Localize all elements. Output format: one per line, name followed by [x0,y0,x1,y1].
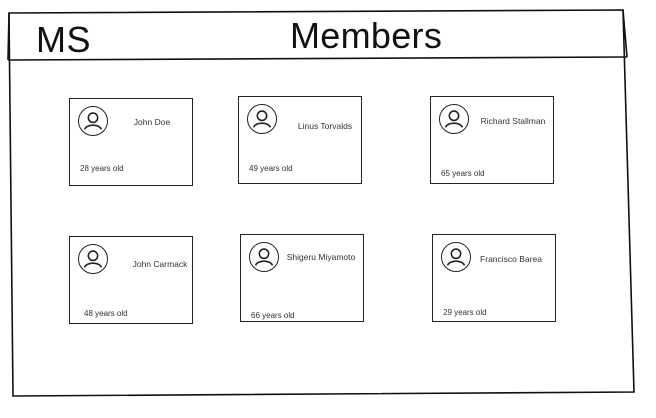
user-circle-icon [78,106,108,136]
member-card[interactable]: John Carmack 48 years old [69,236,193,324]
member-card[interactable]: Richard Stallman 65 years old [430,96,554,184]
member-name: John Doe [133,117,171,127]
member-age: 66 years old [251,311,295,320]
member-age: 29 years old [443,308,487,317]
window-frame [7,9,635,397]
member-age: 65 years old [441,169,485,178]
user-circle-icon [439,104,469,134]
user-circle-icon [249,242,279,272]
user-circle-icon [78,244,108,274]
page-title: Members [290,15,443,56]
member-name: Shigeru Miyamoto [286,252,356,262]
member-age: 28 years old [80,164,124,173]
member-age: 49 years old [249,164,293,173]
member-card[interactable]: Linus Torvalds 49 years old [238,96,362,184]
member-card[interactable]: John Doe 28 years old [69,98,193,186]
member-name: Linus Torvalds [297,121,353,131]
app-header: MS Members [12,12,627,60]
member-age: 48 years old [84,309,128,318]
user-circle-icon [247,104,277,134]
user-circle-icon [441,242,471,272]
app-logo[interactable]: MS [36,20,91,60]
member-name: Richard Stallman [480,116,546,126]
member-name: John Carmack [132,259,188,269]
member-name: Francisco Barea [480,254,542,264]
member-card[interactable]: Shigeru Miyamoto 66 years old [240,234,364,322]
member-card[interactable]: Francisco Barea 29 years old [432,234,556,322]
